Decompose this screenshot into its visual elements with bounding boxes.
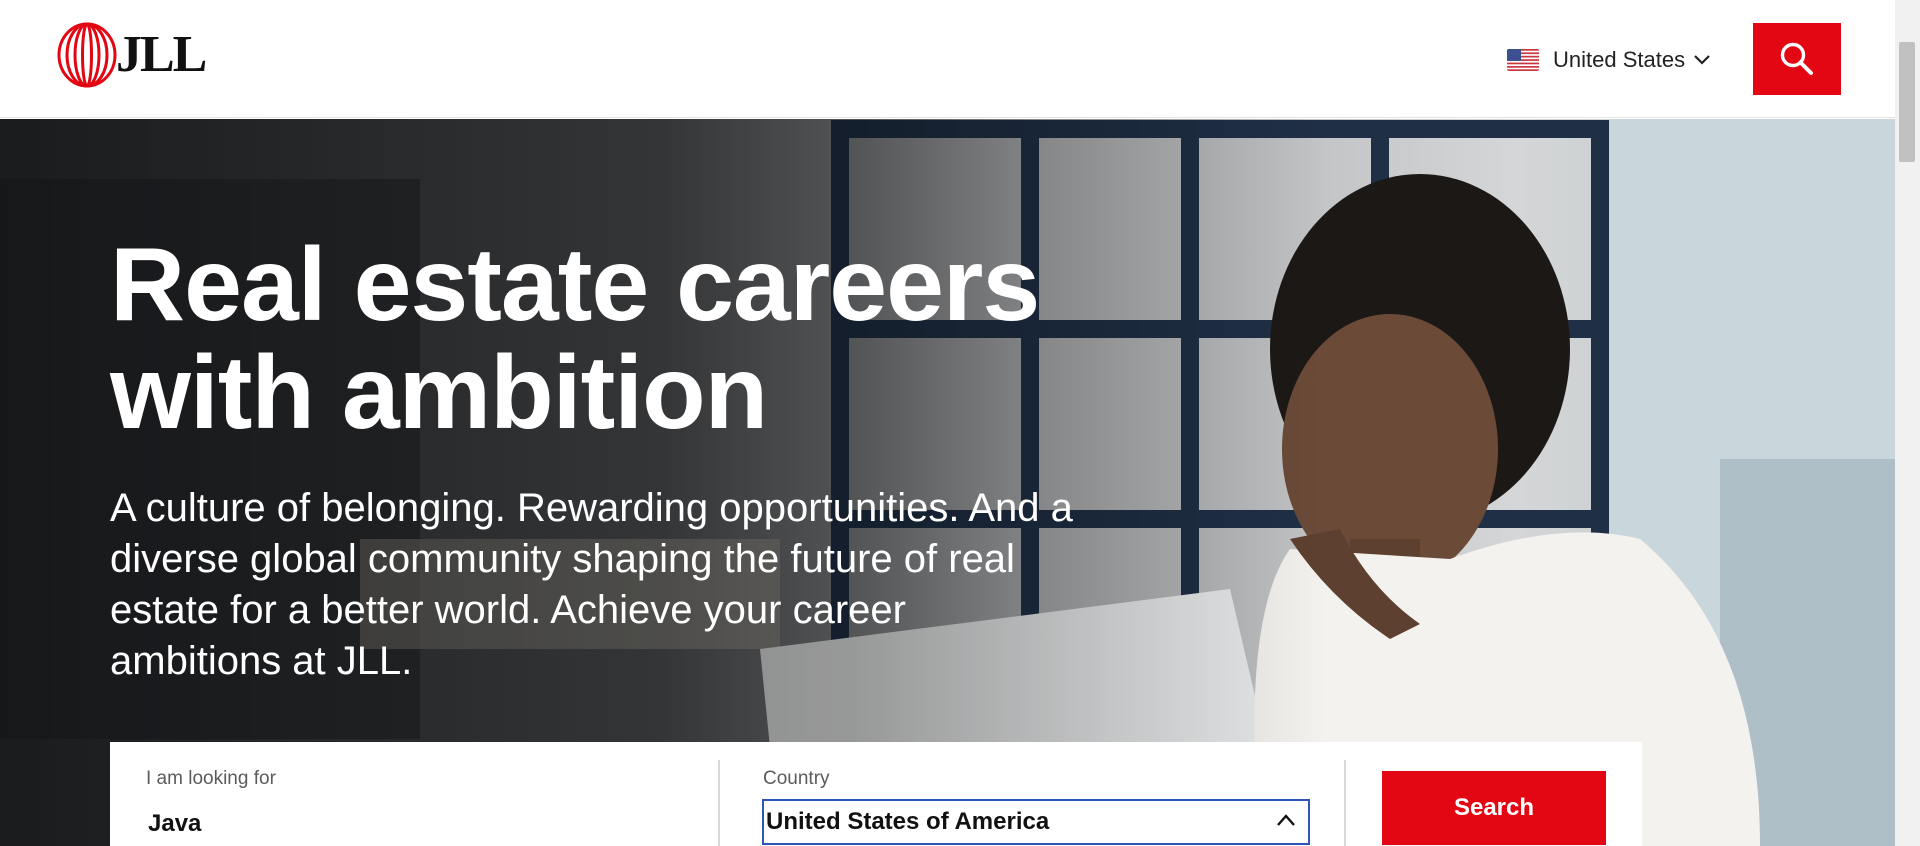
search-button[interactable]: Search bbox=[1382, 771, 1606, 845]
scrollbar-thumb[interactable] bbox=[1899, 42, 1915, 162]
country-dropdown-value: United States of America bbox=[766, 808, 1050, 835]
hero-title-line-2: with ambition bbox=[110, 335, 768, 451]
field-divider bbox=[1344, 760, 1346, 846]
chevron-down-icon bbox=[1694, 55, 1710, 65]
job-search-panel: I am looking for Country United States o… bbox=[110, 742, 1642, 846]
chevron-up-icon bbox=[1277, 814, 1295, 826]
jll-logo[interactable]: JLL bbox=[56, 22, 207, 88]
keyword-field: I am looking for bbox=[110, 742, 728, 846]
jll-logo-mark-icon bbox=[57, 22, 117, 88]
hero-title: Real estate careers with ambition bbox=[110, 231, 1110, 447]
page-scrollbar[interactable] bbox=[1895, 0, 1920, 846]
keyword-label: I am looking for bbox=[146, 768, 276, 789]
country-dropdown[interactable]: United States of America bbox=[762, 799, 1310, 845]
search-icon bbox=[1780, 42, 1813, 75]
country-selector-label: United States bbox=[1553, 47, 1686, 72]
country-label: Country bbox=[763, 768, 830, 789]
country-selector[interactable]: United States bbox=[1507, 44, 1711, 76]
hero-subtitle: A culture of belonging. Rewarding opport… bbox=[110, 486, 1073, 683]
field-divider bbox=[718, 760, 720, 846]
logo-wordmark: JLL bbox=[116, 26, 207, 83]
hero-banner: Real estate careers with ambition A cult… bbox=[0, 119, 1895, 846]
hero-title-line-1: Real estate careers bbox=[110, 227, 1040, 343]
site-header: JLL United States bbox=[0, 0, 1895, 118]
keyword-input[interactable] bbox=[148, 802, 708, 846]
us-flag-icon bbox=[1507, 49, 1539, 71]
header-search-button[interactable] bbox=[1753, 23, 1841, 95]
